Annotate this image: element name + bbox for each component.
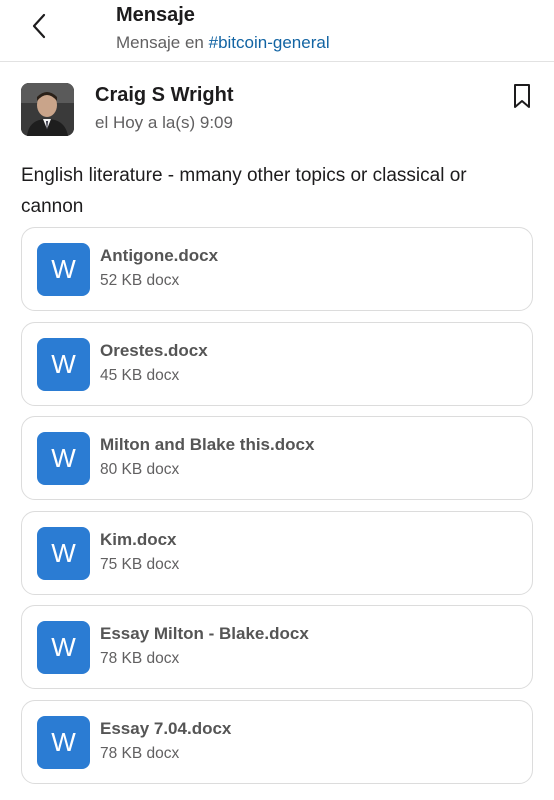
word-doc-icon: W <box>37 432 90 485</box>
bookmark-icon <box>514 84 530 108</box>
channel-link[interactable]: #bitcoin-general <box>209 33 330 52</box>
file-attachment[interactable]: W Orestes.docx 45 KB docx <box>21 322 533 406</box>
file-name: Milton and Blake this.docx <box>100 435 315 454</box>
file-meta: 78 KB docx <box>100 745 180 762</box>
file-attachment[interactable]: W Essay 7.04.docx 78 KB docx <box>21 700 533 784</box>
file-name: Kim.docx <box>100 530 177 549</box>
bookmark-button[interactable] <box>510 82 534 110</box>
word-doc-icon: W <box>37 716 90 769</box>
word-doc-icon: W <box>37 527 90 580</box>
word-doc-icon: W <box>37 243 90 296</box>
file-attachment[interactable]: W Kim.docx 75 KB docx <box>21 511 533 595</box>
file-attachment[interactable]: W Antigone.docx 52 KB docx <box>21 227 533 311</box>
header-subtitle-prefix: Mensaje en <box>116 33 204 52</box>
message-body: English literature - mmany other topics … <box>21 165 467 217</box>
file-name: Orestes.docx <box>100 341 208 360</box>
back-button[interactable] <box>22 8 56 44</box>
word-doc-icon: W <box>37 621 90 674</box>
user-avatar-icon <box>21 83 74 136</box>
file-name: Antigone.docx <box>100 246 219 265</box>
author-name[interactable]: Craig S Wright <box>95 84 234 107</box>
file-attachment[interactable]: W Milton and Blake this.docx 80 KB docx <box>21 416 533 500</box>
message-timestamp: el Hoy a la(s) 9:09 <box>95 113 233 132</box>
file-meta: 45 KB docx <box>100 367 180 384</box>
file-meta: 80 KB docx <box>100 461 180 478</box>
file-meta: 78 KB docx <box>100 650 180 667</box>
file-name: Essay Milton - Blake.docx <box>100 624 309 643</box>
word-doc-icon: W <box>37 338 90 391</box>
message-header: Mensaje Mensaje en #bitcoin-general <box>0 0 554 62</box>
chevron-left-icon <box>32 13 46 39</box>
header-subtitle: Mensaje en #bitcoin-general <box>116 33 330 53</box>
file-attachment[interactable]: W Essay Milton - Blake.docx 78 KB docx <box>21 605 533 689</box>
header-title: Mensaje <box>116 4 195 26</box>
file-meta: 75 KB docx <box>100 556 180 573</box>
file-meta: 52 KB docx <box>100 272 180 289</box>
avatar[interactable] <box>21 83 74 136</box>
file-name: Essay 7.04.docx <box>100 719 232 738</box>
